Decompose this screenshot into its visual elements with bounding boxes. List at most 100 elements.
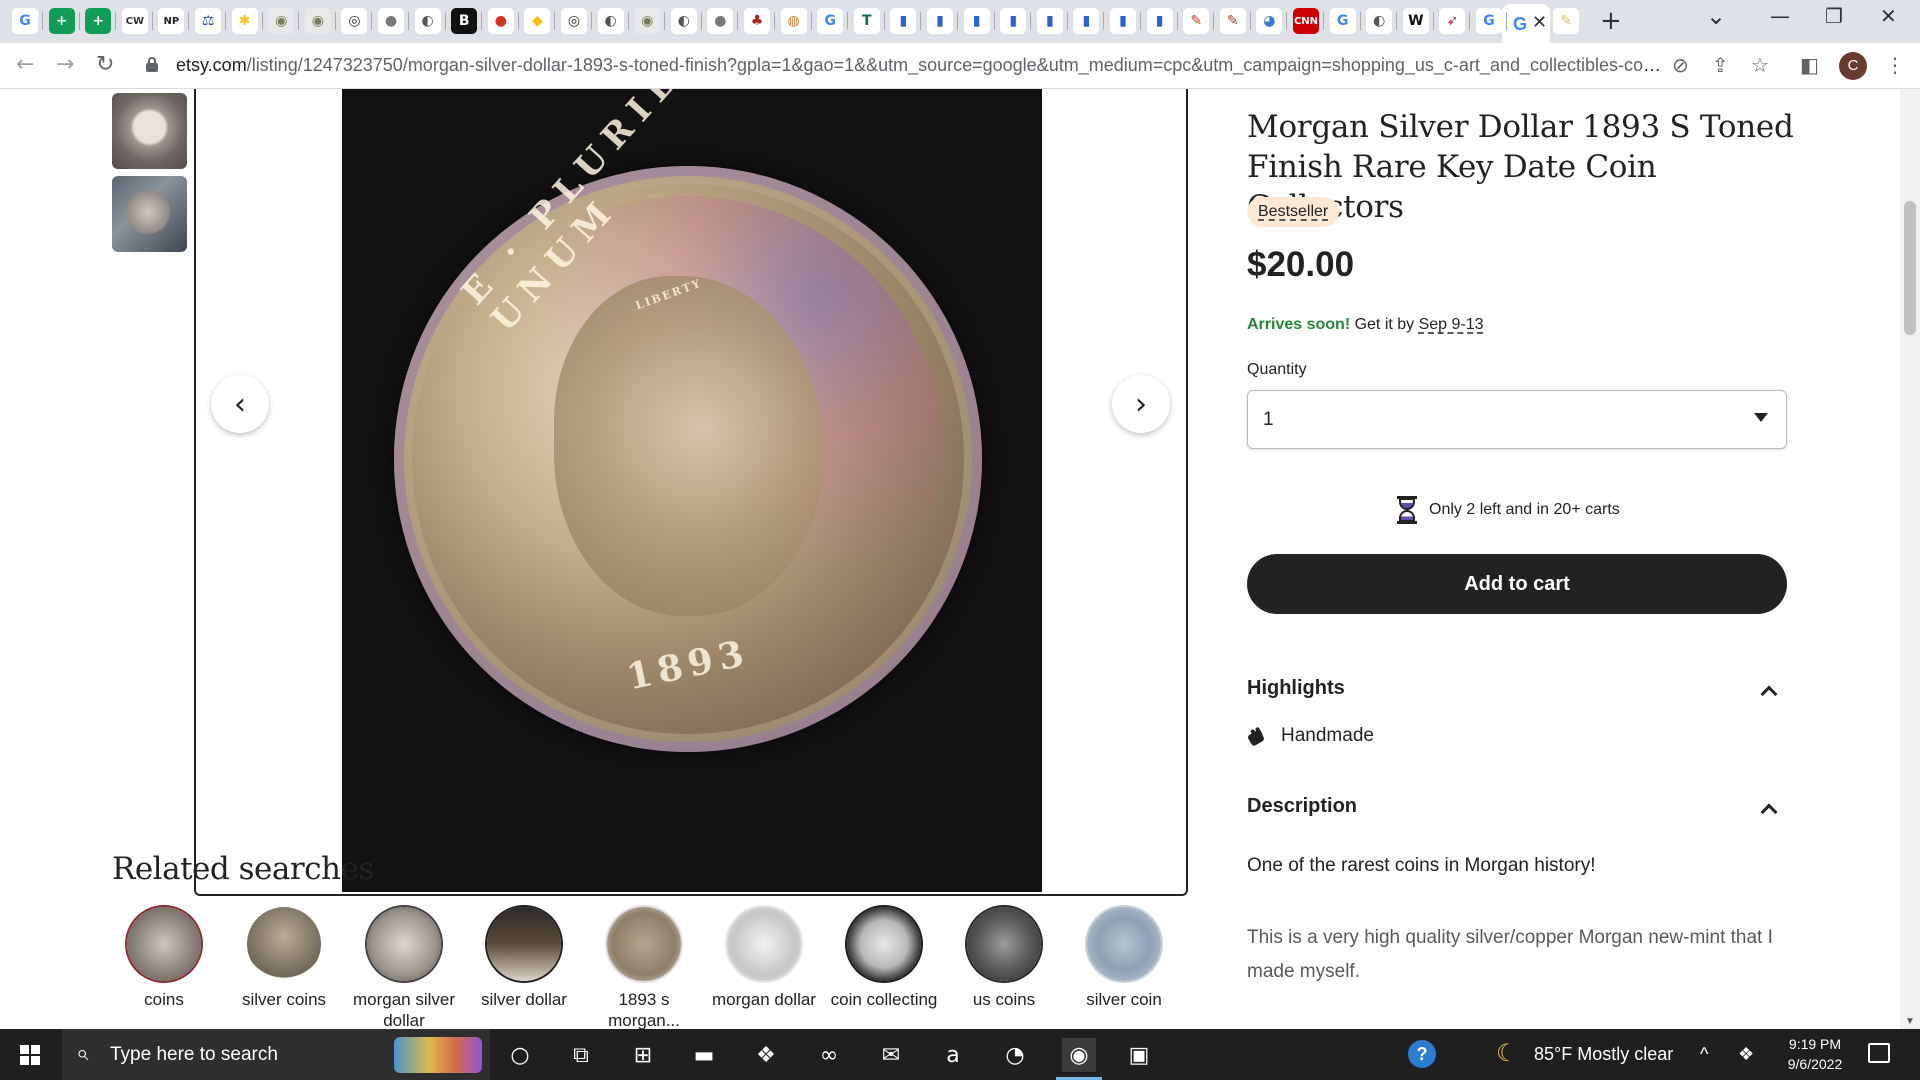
related-search-label[interactable]: coin collecting <box>829 989 939 1010</box>
edge-taskbar-icon[interactable]: ◔ <box>998 1038 1032 1072</box>
tab-favicon[interactable]: G <box>817 8 844 34</box>
next-image-button[interactable]: › <box>1112 375 1170 433</box>
notification-icon[interactable] <box>1868 1043 1890 1063</box>
related-search-item[interactable]: us coins <box>949 907 1059 1010</box>
tab-favicon[interactable]: T <box>853 8 880 34</box>
tab-favicon[interactable]: + <box>85 8 112 34</box>
share-icon[interactable]: ⇪ <box>1712 53 1729 77</box>
tab-favicon[interactable]: ◉ <box>304 8 331 34</box>
dropbox-tray-icon[interactable]: ❖ <box>1738 1044 1754 1065</box>
active-tab[interactable]: G ✕ <box>1502 4 1550 43</box>
delivery-date[interactable]: Sep 9-13 <box>1419 316 1484 333</box>
related-search-thumbnail[interactable] <box>607 907 681 981</box>
chrome-taskbar-icon[interactable]: ◉ <box>1056 1038 1102 1080</box>
tab-favicon[interactable]: G <box>1476 8 1502 34</box>
tab-favicon[interactable]: ◐ <box>670 8 697 34</box>
related-search-item[interactable]: silver coins <box>229 907 339 1010</box>
tab-favicon[interactable]: ◕ <box>1256 8 1283 34</box>
quantity-select[interactable]: 1 <box>1247 390 1787 449</box>
related-search-thumbnail[interactable] <box>727 907 801 981</box>
kebab-menu-icon[interactable]: ⋮ <box>1885 53 1905 77</box>
related-search-thumbnail[interactable] <box>127 907 201 981</box>
tab-favicon[interactable]: ● <box>487 8 514 34</box>
tab-favicon[interactable]: ▮ <box>1000 8 1027 34</box>
tab-favicon[interactable]: G <box>12 8 38 34</box>
tab-favicon[interactable]: ♣ <box>744 8 770 34</box>
bestseller-badge[interactable]: Bestseller <box>1247 197 1340 227</box>
related-search-label[interactable]: morgan silver dollar <box>349 989 459 1029</box>
thumbnail-1[interactable] <box>112 93 187 169</box>
related-search-label[interactable]: morgan dollar <box>709 989 819 1010</box>
system-clock[interactable]: 9:19 PM 9/6/2022 <box>1770 1034 1860 1074</box>
tab-favicon[interactable]: ✱ <box>231 8 258 34</box>
minimize-button[interactable]: — <box>1770 4 1790 28</box>
tab-favicon[interactable]: ◉ <box>268 8 295 34</box>
tab-favicon[interactable]: ▮ <box>1036 8 1063 34</box>
related-search-item[interactable]: 1893 s morgan... <box>589 907 699 1029</box>
tab-favicon[interactable]: ◎ <box>561 8 587 34</box>
related-search-thumbnail[interactable] <box>967 907 1041 981</box>
profile-avatar[interactable]: C <box>1839 52 1867 80</box>
chevron-up-icon[interactable] <box>1760 685 1778 703</box>
related-search-thumbnail[interactable] <box>847 907 921 981</box>
reload-button[interactable]: ↻ <box>96 52 114 77</box>
tab-favicon[interactable]: G <box>1329 8 1356 34</box>
eye-off-icon[interactable]: ⊘ <box>1672 53 1689 77</box>
back-button[interactable]: ← <box>16 52 34 77</box>
mail-taskbar-icon[interactable]: ✉ <box>874 1038 908 1072</box>
tab-favicon[interactable]: ➶ <box>1439 8 1466 34</box>
tab-favicon[interactable]: CNN <box>1293 8 1319 34</box>
file-explorer-taskbar-icon[interactable]: ▬ <box>687 1038 721 1072</box>
related-search-label[interactable]: us coins <box>949 989 1059 1010</box>
related-search-label[interactable]: silver dollar <box>469 989 579 1010</box>
forward-button[interactable]: → <box>56 52 74 77</box>
related-search-label[interactable]: silver coin <box>1069 989 1179 1010</box>
chevron-up-icon[interactable] <box>1760 803 1778 821</box>
thumbnail-2[interactable] <box>112 176 187 252</box>
tab-favicon[interactable]: ● <box>378 8 404 34</box>
photos-taskbar-icon[interactable]: ▣ <box>1122 1038 1156 1072</box>
tab-favicon-ideas[interactable]: ✎ <box>1553 8 1579 34</box>
related-search-item[interactable]: silver dollar <box>469 907 579 1010</box>
tab-favicon[interactable]: ◆ <box>524 8 551 34</box>
previous-image-button[interactable]: ‹ <box>211 375 269 433</box>
description-heading[interactable]: Description <box>1247 795 1357 818</box>
related-search-item[interactable]: coins <box>109 907 219 1010</box>
lock-icon[interactable] <box>146 57 158 72</box>
tab-favicon[interactable]: NP <box>158 8 185 34</box>
tab-favicon[interactable]: W <box>1402 8 1429 34</box>
tab-search-chevron-icon[interactable]: ⌄ <box>1706 2 1726 30</box>
tab-favicon[interactable]: ▮ <box>890 8 917 34</box>
tab-favicon[interactable]: ▮ <box>927 8 953 34</box>
tab-favicon[interactable]: ◉ <box>634 8 661 34</box>
related-search-item[interactable]: morgan dollar <box>709 907 819 1010</box>
tab-favicon[interactable]: ✎ <box>1183 8 1210 34</box>
task-view-taskbar-icon[interactable]: ⧉ <box>564 1038 598 1072</box>
related-search-thumbnail[interactable] <box>487 907 561 981</box>
page-scrollbar[interactable]: ▼ <box>1900 89 1920 1029</box>
related-search-thumbnail[interactable] <box>1087 907 1161 981</box>
tab-favicon[interactable]: ◐ <box>414 8 441 34</box>
related-search-item[interactable]: morgan silver dollar <box>349 907 459 1029</box>
infinity-taskbar-icon[interactable]: ∞ <box>812 1038 846 1072</box>
bookmark-star-icon[interactable]: ☆ <box>1751 53 1769 77</box>
amazon-taskbar-icon[interactable]: a <box>936 1038 970 1072</box>
close-window-button[interactable]: ✕ <box>1880 4 1897 28</box>
related-search-label[interactable]: silver coins <box>229 989 339 1010</box>
help-icon[interactable]: ? <box>1408 1040 1436 1068</box>
restore-button[interactable]: ❐ <box>1825 4 1843 28</box>
windows-start-button[interactable] <box>20 1045 40 1065</box>
tray-chevron-icon[interactable]: ^ <box>1700 1044 1708 1065</box>
listing-photo[interactable]: E · PLURIBUS · UNUM LIBERTY 1893 <box>342 89 1042 892</box>
add-to-cart-button[interactable]: Add to cart <box>1247 554 1787 614</box>
tab-favicon[interactable]: ▮ <box>1146 8 1173 34</box>
related-search-label[interactable]: 1893 s morgan... <box>589 989 699 1029</box>
highlights-heading[interactable]: Highlights <box>1247 677 1345 700</box>
taskbar-search[interactable]: ⌕ Type here to search <box>62 1029 490 1080</box>
new-tab-button[interactable]: + <box>1600 6 1622 36</box>
address-bar[interactable]: etsy.com/listing/1247323750/morgan-silve… <box>176 55 1662 76</box>
cortana-taskbar-icon[interactable]: ○ <box>503 1038 537 1072</box>
tab-favicon[interactable]: ● <box>707 8 734 34</box>
tab-favicon[interactable]: ▮ <box>1110 8 1136 34</box>
store-taskbar-icon[interactable]: ⊞ <box>626 1038 660 1072</box>
